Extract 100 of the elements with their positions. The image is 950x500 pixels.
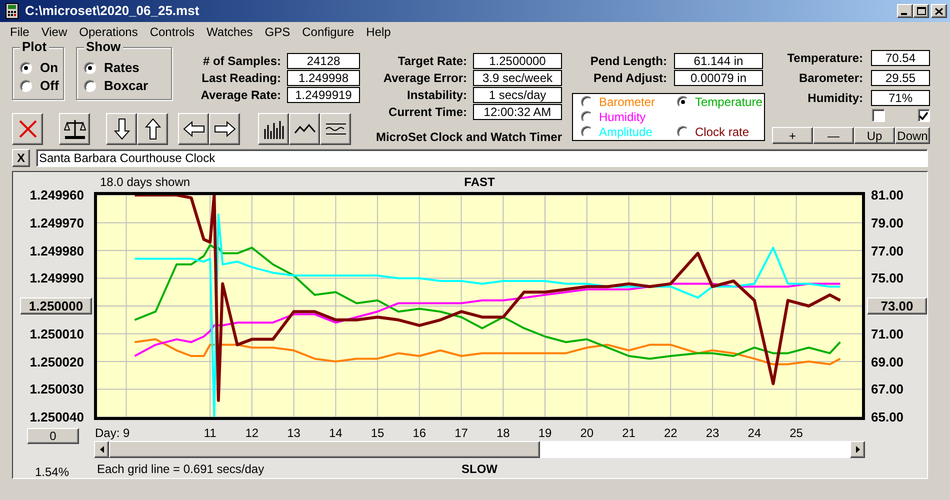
radio-button[interactable] [581, 96, 593, 108]
scale-icon [64, 119, 86, 139]
radio-label: On [40, 61, 58, 75]
radio-button[interactable] [84, 80, 96, 92]
field-label: Barometer: [798, 70, 863, 86]
value-field: 71% [871, 90, 930, 106]
adjust-button[interactable]: Up [854, 127, 895, 144]
up-arrow-icon [144, 118, 160, 140]
menu-item[interactable]: Configure [296, 24, 360, 40]
value-field: 70.54 [871, 50, 930, 66]
menu-item[interactable]: Watches [200, 24, 259, 40]
axis-label: 23 [706, 425, 720, 442]
right-arrow-icon [214, 121, 236, 137]
radio-label: Boxcar [104, 79, 148, 93]
checkbox[interactable] [872, 109, 884, 122]
axis-label: 79.00 [871, 215, 904, 230]
axis-label: 24 [748, 425, 762, 442]
radio-button[interactable] [677, 126, 689, 138]
toolbar-button[interactable] [106, 113, 137, 145]
wave-lines-icon [324, 122, 346, 136]
window-title: C:\microset\2020_06_25.mst [25, 2, 200, 20]
radio-button[interactable] [84, 62, 96, 74]
field-label: Current Time: [388, 104, 467, 120]
axis-label: 16 [412, 425, 426, 442]
close-icon [935, 8, 943, 14]
menu-item[interactable]: File [4, 24, 36, 40]
axis-label: 1.249960 [30, 188, 84, 202]
field-label: # of Samples: [202, 53, 281, 69]
toolbar-button[interactable] [59, 113, 90, 145]
axis-label: 67.00 [871, 382, 904, 397]
legend-label: Clock rate [695, 124, 750, 139]
axis-label: 22 [664, 425, 678, 442]
field-label: Pend Adjust: [592, 70, 667, 86]
value-field: 1.2499919 [287, 87, 360, 103]
radio-button[interactable] [581, 110, 593, 123]
menu-item[interactable]: Operations [73, 24, 144, 40]
radio-button[interactable] [581, 126, 593, 138]
axis-label: 11 [204, 425, 216, 442]
axis-label: 81.00 [871, 188, 904, 202]
percent-label: 1.54% [35, 465, 70, 479]
menu-item[interactable]: GPS [258, 24, 296, 40]
toolbar-button[interactable] [289, 113, 320, 145]
value-field: 61.144 in [674, 53, 763, 69]
axis-label: 15 [370, 425, 384, 442]
calculator-icon [5, 3, 19, 19]
axis-label: 20 [580, 425, 594, 442]
axis-label: 12 [245, 425, 259, 442]
field-label: Last Reading: [200, 70, 281, 86]
maximize-button[interactable] [913, 4, 929, 18]
offset-button[interactable]: 0 [27, 428, 79, 444]
fast-label: FAST [464, 174, 495, 191]
axis-label: 75.00 [871, 270, 904, 286]
menu-item[interactable]: Controls [144, 24, 201, 40]
field-label: Average Error: [382, 70, 467, 86]
axis-label: 71.00 [871, 326, 904, 342]
close-button[interactable] [931, 4, 947, 18]
field-label: Pend Length: [589, 53, 667, 69]
toolbar-button[interactable] [12, 113, 43, 145]
axis-label: 1.250030 [30, 382, 84, 397]
value-field: 1.249998 [287, 70, 360, 86]
down-arrow-icon [114, 118, 130, 140]
reference-rate-button[interactable]: 1.250000 [20, 298, 92, 314]
field-label: Temperature: [786, 50, 863, 66]
menu-item[interactable]: View [35, 24, 74, 40]
grid-note: Each grid line = 0.691 secs/day [96, 461, 266, 478]
app-title: MicroSet Clock and Watch Timer [374, 129, 562, 146]
field-label: Humidity: [806, 90, 863, 106]
value-field: 0.00079 in [674, 70, 763, 86]
value-field: 1.2500000 [473, 53, 562, 69]
toolbar-button[interactable] [209, 113, 240, 145]
adjust-button[interactable]: + [772, 127, 813, 144]
value-field: 24128 [287, 53, 360, 69]
field-label: Instability: [406, 87, 467, 103]
axis-label: 1.250010 [30, 326, 84, 342]
axis-label: 1.250020 [30, 354, 84, 369]
legend-label: Temperature [695, 95, 762, 110]
legend-label: Amplitude [599, 124, 652, 139]
toolbar-button[interactable] [178, 113, 209, 145]
radio-button[interactable] [20, 62, 32, 74]
axis-label: 14 [328, 425, 342, 442]
close-watch-button[interactable]: X [12, 148, 30, 166]
cross-icon [18, 119, 38, 139]
checkbox[interactable] [918, 109, 930, 122]
maximize-icon [916, 7, 926, 15]
axis-label: 1.249990 [30, 270, 84, 286]
axis-label: 13 [287, 425, 300, 442]
radio-button[interactable] [20, 80, 32, 92]
toolbar-button[interactable] [137, 113, 168, 145]
days-shown-label: 18.0 days shown [99, 174, 192, 191]
toolbar-button[interactable] [258, 113, 289, 145]
watch-name-field[interactable]: Santa Barbara Courthouse Clock [36, 148, 928, 166]
reference-value-button[interactable]: 73.00 [867, 298, 927, 314]
adjust-button[interactable]: Down [895, 127, 930, 144]
field-label: Average Rate: [200, 87, 281, 103]
scrollbar[interactable] [94, 441, 865, 458]
minimize-button[interactable] [897, 4, 913, 18]
adjust-button[interactable]: — [813, 127, 854, 144]
check-icon [919, 112, 928, 120]
menu-item[interactable]: Help [360, 24, 397, 40]
toolbar-button[interactable] [320, 113, 351, 145]
